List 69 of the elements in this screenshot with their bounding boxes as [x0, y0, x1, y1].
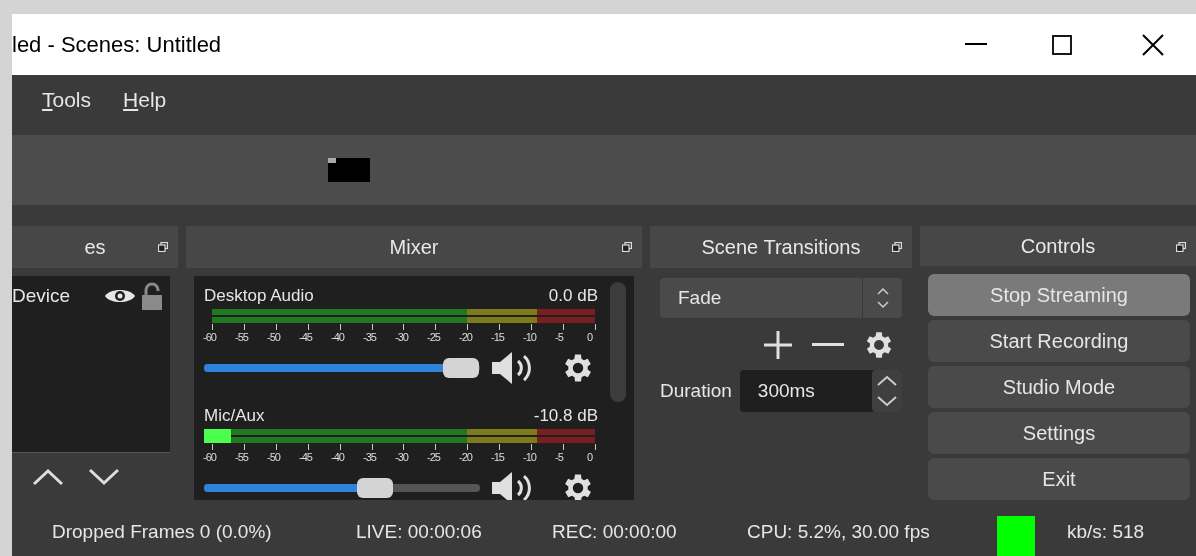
float-icon[interactable]: [158, 242, 168, 252]
lock-icon[interactable]: [140, 282, 164, 310]
close-icon[interactable]: [1142, 33, 1164, 56]
cpu-usage: CPU: 5.2%, 30.00 fps: [747, 519, 931, 544]
float-icon[interactable]: [892, 242, 902, 252]
scale-label: -25: [427, 330, 440, 344]
duration-label: Duration: [660, 378, 732, 403]
scale-label: -20: [459, 330, 472, 344]
scale-label: -25: [427, 450, 440, 464]
scale-label: -45: [299, 450, 312, 464]
move-down-icon[interactable]: [88, 467, 120, 486]
dock-title: Scene Transitions: [701, 235, 861, 260]
volume-reading: 0.0 dB: [548, 286, 598, 306]
scale-label: -40: [331, 330, 344, 344]
transition-select[interactable]: Fade: [660, 278, 902, 318]
scale-label: -50: [267, 450, 280, 464]
scale-label: -30: [395, 330, 408, 344]
channel-name: Desktop Audio: [204, 286, 314, 306]
remove-icon[interactable]: [812, 343, 844, 347]
float-icon[interactable]: [622, 242, 632, 252]
live-time: LIVE: 00:00:06: [356, 519, 483, 544]
scrollbar[interactable]: [610, 282, 626, 402]
rec-time: REC: 00:00:00: [552, 519, 678, 544]
scale-label: 0: [587, 330, 593, 344]
scale-label: -45: [299, 330, 312, 344]
volume-slider[interactable]: [204, 358, 480, 378]
scale-label: -40: [331, 450, 344, 464]
scale-label: -50: [267, 330, 280, 344]
scale-label: -55: [235, 450, 248, 464]
scale-label: -60: [203, 450, 216, 464]
slider-handle[interactable]: [442, 358, 479, 378]
dock-title: Mixer: [389, 235, 439, 260]
window-title: led - Scenes: Untitled: [12, 31, 223, 59]
control-button[interactable]: Studio Mode: [928, 366, 1190, 408]
maximize-icon[interactable]: [1052, 34, 1072, 55]
scale-label: -15: [491, 450, 504, 464]
bitrate: kb/s: 518: [1067, 519, 1145, 544]
scale-label: -35: [363, 450, 376, 464]
scale-label: -35: [363, 330, 376, 344]
slider-handle[interactable]: [357, 478, 394, 498]
scale-label: 0: [587, 450, 593, 464]
control-button[interactable]: Settings: [928, 412, 1190, 454]
control-button[interactable]: Start Recording: [928, 320, 1190, 362]
add-icon[interactable]: [762, 329, 794, 361]
control-button[interactable]: Exit: [928, 458, 1190, 500]
dock-title: Controls: [1020, 234, 1096, 259]
scale-label: -10: [523, 450, 536, 464]
scale-label: -15: [491, 330, 504, 344]
scale-label: -5: [555, 450, 563, 464]
float-icon[interactable]: [1176, 242, 1186, 252]
dropped-frames: Dropped Frames 0 (0.0%): [52, 517, 356, 547]
channel-name: Mic/Aux: [204, 406, 265, 426]
scale-label: -10: [523, 330, 536, 344]
source-item[interactable]: Device: [12, 276, 170, 316]
scale-label: -60: [203, 330, 216, 344]
dock-title: es: [84, 235, 106, 260]
scale-label: -20: [459, 450, 472, 464]
preview-thumbnail: [328, 158, 370, 182]
move-up-icon[interactable]: [32, 467, 64, 486]
source-name: Device: [12, 283, 72, 308]
spinner-icon[interactable]: [872, 370, 902, 412]
menu-item[interactable]: Help: [123, 84, 167, 116]
scale-label: -5: [555, 330, 563, 344]
scale-label: -55: [235, 330, 248, 344]
volume-slider[interactable]: [204, 478, 480, 498]
volume-reading: -10.8 dB: [533, 406, 598, 426]
duration-field[interactable]: 300ms: [739, 370, 902, 412]
menu-item[interactable]: Tools: [42, 84, 92, 116]
scale-label: -30: [395, 450, 408, 464]
